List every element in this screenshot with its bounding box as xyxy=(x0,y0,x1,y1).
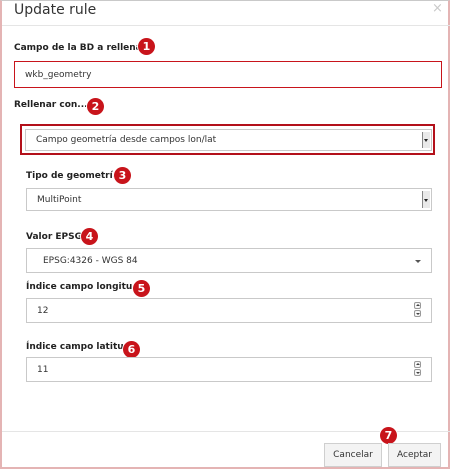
step-badge-7: 7 xyxy=(380,427,397,444)
indice-longitud-input[interactable]: 12 xyxy=(26,298,432,323)
step-badge-2: 2 xyxy=(87,98,104,115)
campo-bd-label: Campo de la BD a rellenar xyxy=(14,43,147,53)
spinner-up-icon[interactable] xyxy=(414,361,421,368)
header-divider xyxy=(2,25,450,26)
spinner-up-icon[interactable] xyxy=(414,302,421,309)
tipo-geometria-label: Tipo de geometría xyxy=(26,171,119,181)
number-spinner[interactable] xyxy=(414,302,421,319)
valor-epsg-select[interactable]: EPSG:4326 - WGS 84 xyxy=(26,248,432,273)
chevron-down-icon[interactable] xyxy=(415,259,421,263)
spinner-down-icon[interactable] xyxy=(414,369,421,376)
indice-latitud-input[interactable]: 11 xyxy=(26,357,432,382)
accept-button[interactable]: Aceptar xyxy=(388,443,441,467)
campo-bd-input[interactable]: wkb_geometry xyxy=(14,61,442,88)
step-badge-1: 1 xyxy=(138,38,155,55)
step-badge-3: 3 xyxy=(114,167,131,184)
select-arrow-icon[interactable] xyxy=(422,132,430,148)
number-spinner[interactable] xyxy=(414,361,421,378)
indice-longitud-value: 12 xyxy=(37,305,49,316)
indice-longitud-label: Índice campo longitud xyxy=(26,282,139,292)
valor-epsg-label: Valor EPSG xyxy=(26,232,82,242)
tipo-geometria-value: MultiPoint xyxy=(37,194,82,205)
update-rule-dialog: Update rule × Campo de la BD a rellenar … xyxy=(0,0,450,469)
indice-latitud-value: 11 xyxy=(37,364,49,375)
rellenar-con-select[interactable]: Campo geometría desde campos lon/lat xyxy=(25,129,432,151)
rellenar-con-label: Rellenar con... xyxy=(14,100,88,110)
campo-bd-value: wkb_geometry xyxy=(25,69,92,80)
rellenar-con-value: Campo geometría desde campos lon/lat xyxy=(36,135,217,145)
step-badge-4: 4 xyxy=(81,228,98,245)
tipo-geometria-select[interactable]: MultiPoint xyxy=(26,188,432,211)
step-badge-5: 5 xyxy=(133,280,150,297)
valor-epsg-value: EPSG:4326 - WGS 84 xyxy=(43,255,138,266)
cancel-button[interactable]: Cancelar xyxy=(324,443,382,467)
dialog-title: Update rule xyxy=(14,2,97,18)
select-arrow-icon[interactable] xyxy=(422,191,430,208)
indice-latitud-label: Índice campo latitud xyxy=(26,342,131,352)
step-badge-6: 6 xyxy=(123,341,140,358)
spinner-down-icon[interactable] xyxy=(414,310,421,317)
close-icon[interactable]: × xyxy=(432,1,443,16)
